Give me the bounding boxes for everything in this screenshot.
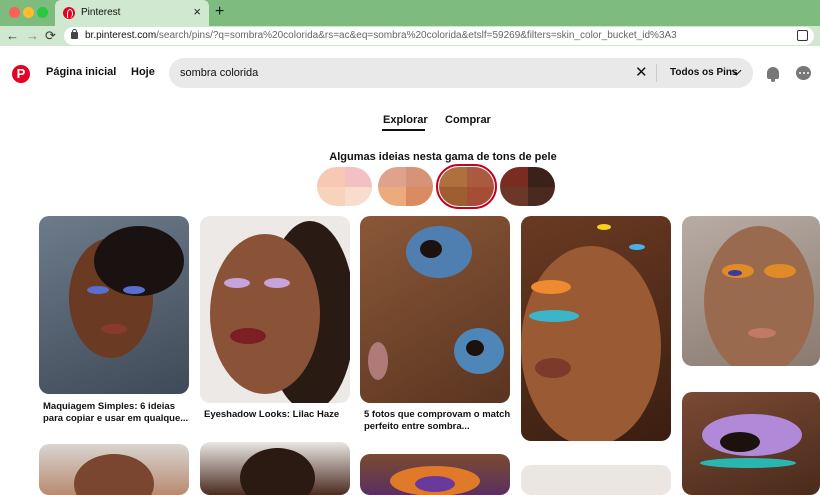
search-divider (656, 64, 657, 82)
eyeshadow (529, 310, 579, 322)
eyeshadow (224, 278, 250, 288)
url-host: br.pinterest.com (85, 30, 157, 41)
pinterest-header: P Página inicial Hoje sombra colorida ✕ … (0, 46, 820, 102)
nav-home-link[interactable]: Página inicial (46, 66, 116, 78)
pin-image[interactable] (39, 444, 189, 495)
pin-caption[interactable]: Eyeshadow Looks: Lilac Haze (204, 409, 354, 421)
eyeshadow (264, 278, 290, 288)
skin-tone-swatch-light[interactable] (317, 167, 372, 206)
active-tab-indicator (382, 129, 425, 131)
skin-tone-quadrant (405, 186, 433, 206)
url-text[interactable]: br.pinterest.com/search/pins/?q=sombra%2… (85, 30, 677, 41)
pin-image[interactable] (682, 392, 820, 495)
skin-tone-quadrant (317, 186, 345, 206)
minimize-window-button[interactable] (23, 7, 34, 18)
eyeshadow (123, 286, 145, 294)
lips (101, 324, 127, 334)
pin-image[interactable] (521, 216, 671, 441)
skin-tone-quadrant (344, 186, 372, 206)
skin-tone-swatch-medium-light[interactable] (378, 167, 433, 206)
eyeshadow (531, 280, 571, 294)
address-bar[interactable]: br.pinterest.com/search/pins/?q=sombra%2… (64, 27, 814, 45)
pin-image[interactable] (200, 216, 350, 403)
skin-tone-quadrant (466, 167, 494, 187)
pin-image[interactable] (39, 216, 189, 394)
skin-tone-quadrant (527, 186, 555, 206)
skin-tone-swatch-dark[interactable] (500, 167, 555, 206)
eye (466, 340, 484, 356)
back-arrow-icon[interactable]: ← (6, 28, 19, 44)
skin-tone-quadrant (466, 186, 494, 206)
pin-image[interactable] (521, 465, 671, 495)
forward-arrow-icon[interactable]: → (26, 28, 39, 44)
tab-explore[interactable]: Explorar (383, 114, 428, 126)
skin-tone-quadrant (527, 167, 555, 187)
browser-tab-bar: Pinterest × + (0, 0, 820, 26)
messages-icon[interactable] (796, 66, 811, 80)
eye (420, 240, 442, 258)
pin-image[interactable] (360, 216, 510, 403)
nav-today-link[interactable]: Hoje (131, 66, 155, 78)
hair-clip (629, 244, 645, 250)
eyeshadow (728, 270, 742, 276)
eyeshadow (764, 264, 796, 278)
url-path: /search/pins/?q=sombra%20colorida&rs=ac&… (156, 30, 677, 41)
eyeshadow (87, 286, 109, 294)
skin-tone-quadrant (500, 167, 528, 187)
tab-shop[interactable]: Comprar (445, 114, 491, 126)
skin-tone-swatch-medium-dark[interactable] (436, 164, 497, 209)
tab-close-icon[interactable]: × (193, 4, 201, 20)
tab-title: Pinterest (81, 7, 121, 18)
search-bar[interactable]: sombra colorida ✕ Todos os Pins (169, 58, 753, 88)
new-tab-button[interactable]: + (215, 3, 224, 21)
hair-clip (597, 224, 611, 230)
browser-nav-bar: ← → ⟳ br.pinterest.com/search/pins/?q=so… (0, 26, 820, 46)
pinterest-favicon-icon (63, 7, 75, 19)
pin-caption[interactable]: Maquiagem Simples: 6 ideias para copiar … (43, 401, 193, 425)
pin-caption[interactable]: 5 fotos que comprovam o match perfeito e… (364, 409, 514, 433)
skin-tone-quadrant (344, 167, 372, 187)
lips (748, 328, 776, 338)
model-face (210, 234, 320, 394)
pin-filter-dropdown[interactable]: Todos os Pins (670, 67, 738, 78)
notifications-bell-icon[interactable] (767, 67, 779, 82)
close-window-button[interactable] (9, 7, 20, 18)
download-icon[interactable] (797, 30, 808, 41)
search-input[interactable]: sombra colorida (180, 67, 258, 79)
skin-tone-quadrant (439, 167, 467, 187)
skin-tone-heading: Algumas ideias nesta gama de tons de pel… (329, 151, 557, 163)
lips (535, 358, 571, 378)
skin-tone-quadrant (439, 186, 467, 206)
logo-letter: P (16, 66, 26, 81)
lock-icon[interactable] (71, 29, 78, 39)
eyeliner (700, 458, 796, 468)
pinterest-logo-icon[interactable]: P (12, 65, 30, 83)
lips (230, 328, 266, 344)
pin-image[interactable] (200, 442, 350, 495)
model-hair (240, 448, 315, 495)
eyeshadow (415, 476, 455, 492)
pin-image[interactable] (360, 454, 510, 495)
clear-search-icon[interactable]: ✕ (635, 64, 648, 82)
pin-image[interactable] (682, 216, 820, 366)
model-face (74, 454, 154, 495)
eye (720, 432, 760, 452)
lips (368, 342, 388, 380)
browser-tab-pinterest[interactable]: Pinterest × (55, 0, 209, 26)
maximize-window-button[interactable] (37, 7, 48, 18)
skin-tone-quadrant (317, 167, 345, 187)
skin-tone-quadrant (378, 167, 406, 187)
model-face (521, 246, 661, 441)
model-face (704, 226, 814, 366)
skin-tone-quadrant (500, 186, 528, 206)
skin-tone-quadrant (405, 167, 433, 187)
reload-icon[interactable]: ⟳ (45, 28, 56, 44)
skin-tone-quadrant (378, 186, 406, 206)
